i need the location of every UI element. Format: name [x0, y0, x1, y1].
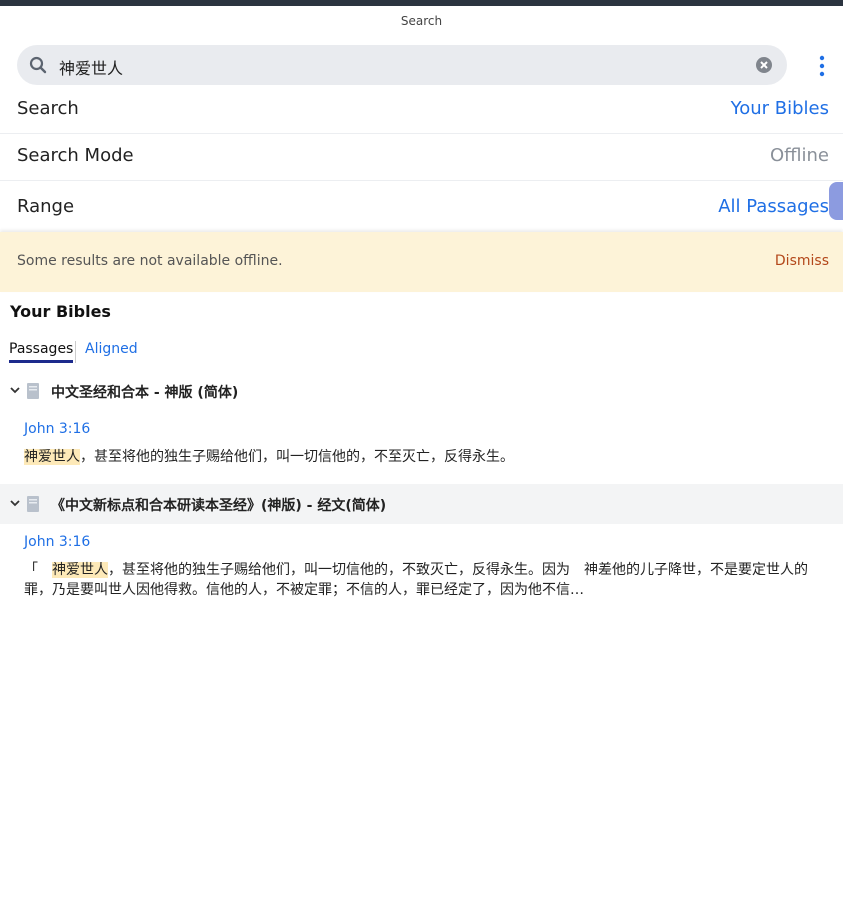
verse-text[interactable]: 神爱世人，甚至将他的独生子赐给他们，叫一切信他的，不至灭亡，反得永生。: [24, 447, 829, 467]
search-highlight: 神爱世人: [24, 449, 80, 465]
more-options-icon[interactable]: [813, 55, 831, 77]
dismiss-button[interactable]: Dismiss: [775, 253, 829, 269]
book-icon: [27, 383, 39, 399]
verse-body: ，甚至将他的独生子赐给他们，叫一切信他的，不致灭亡，反得永生。因为 神差他的儿子…: [24, 562, 808, 598]
range-row[interactable]: Range All Passages: [0, 181, 843, 232]
verse-prefix: 「: [24, 562, 52, 578]
book-icon: [27, 496, 39, 512]
search-icon: [29, 56, 47, 74]
verse-body: ，甚至将他的独生子赐给他们，叫一切信他的，不至灭亡，反得永生。: [80, 449, 514, 465]
tab-divider: [75, 341, 76, 363]
verse-reference-link[interactable]: John 3:16: [24, 534, 90, 550]
bible-group-header[interactable]: 《中文新标点和合本研读本圣经》(神版) - 经文(简体): [0, 484, 843, 524]
bible-group-header[interactable]: 中文圣经和合本 - 神版 (简体): [0, 371, 843, 411]
range-value[interactable]: All Passages: [718, 196, 829, 217]
offline-banner: Some results are not available offline. …: [0, 232, 843, 292]
tab-passages[interactable]: Passages: [9, 341, 74, 363]
search-highlight: 神爱世人: [52, 562, 108, 578]
chevron-down-icon[interactable]: [9, 497, 21, 509]
search-mode-row[interactable]: Search Mode Offline: [0, 134, 843, 181]
verse-reference-link[interactable]: John 3:16: [24, 421, 90, 437]
search-mode-label: Search Mode: [17, 145, 134, 166]
verse-text[interactable]: 「 神爱世人，甚至将他的独生子赐给他们，叫一切信他的，不致灭亡，反得永生。因为 …: [24, 560, 829, 600]
side-panel-handle[interactable]: [829, 182, 843, 220]
clear-search-icon[interactable]: [755, 56, 773, 74]
chevron-down-icon[interactable]: [9, 384, 21, 396]
tab-aligned[interactable]: Aligned: [85, 341, 138, 357]
page-title: Search: [400, 14, 443, 28]
search-scope-row[interactable]: Search Your Bibles: [0, 88, 843, 134]
range-label: Range: [17, 196, 75, 217]
bible-title: 《中文新标点和合本研读本圣经》(神版) - 经文(简体): [51, 498, 387, 514]
results-section-title: Your Bibles: [10, 302, 111, 321]
banner-message: Some results are not available offline.: [17, 253, 283, 269]
window-top-bar: [0, 0, 843, 6]
search-mode-value[interactable]: Offline: [770, 145, 829, 166]
search-scope-value[interactable]: Your Bibles: [731, 98, 829, 119]
search-scope-label: Search: [17, 98, 79, 119]
search-query-text: 神爱世人: [59, 59, 124, 78]
bible-title: 中文圣经和合本 - 神版 (简体): [51, 385, 239, 401]
search-input[interactable]: 神爱世人: [17, 45, 787, 85]
